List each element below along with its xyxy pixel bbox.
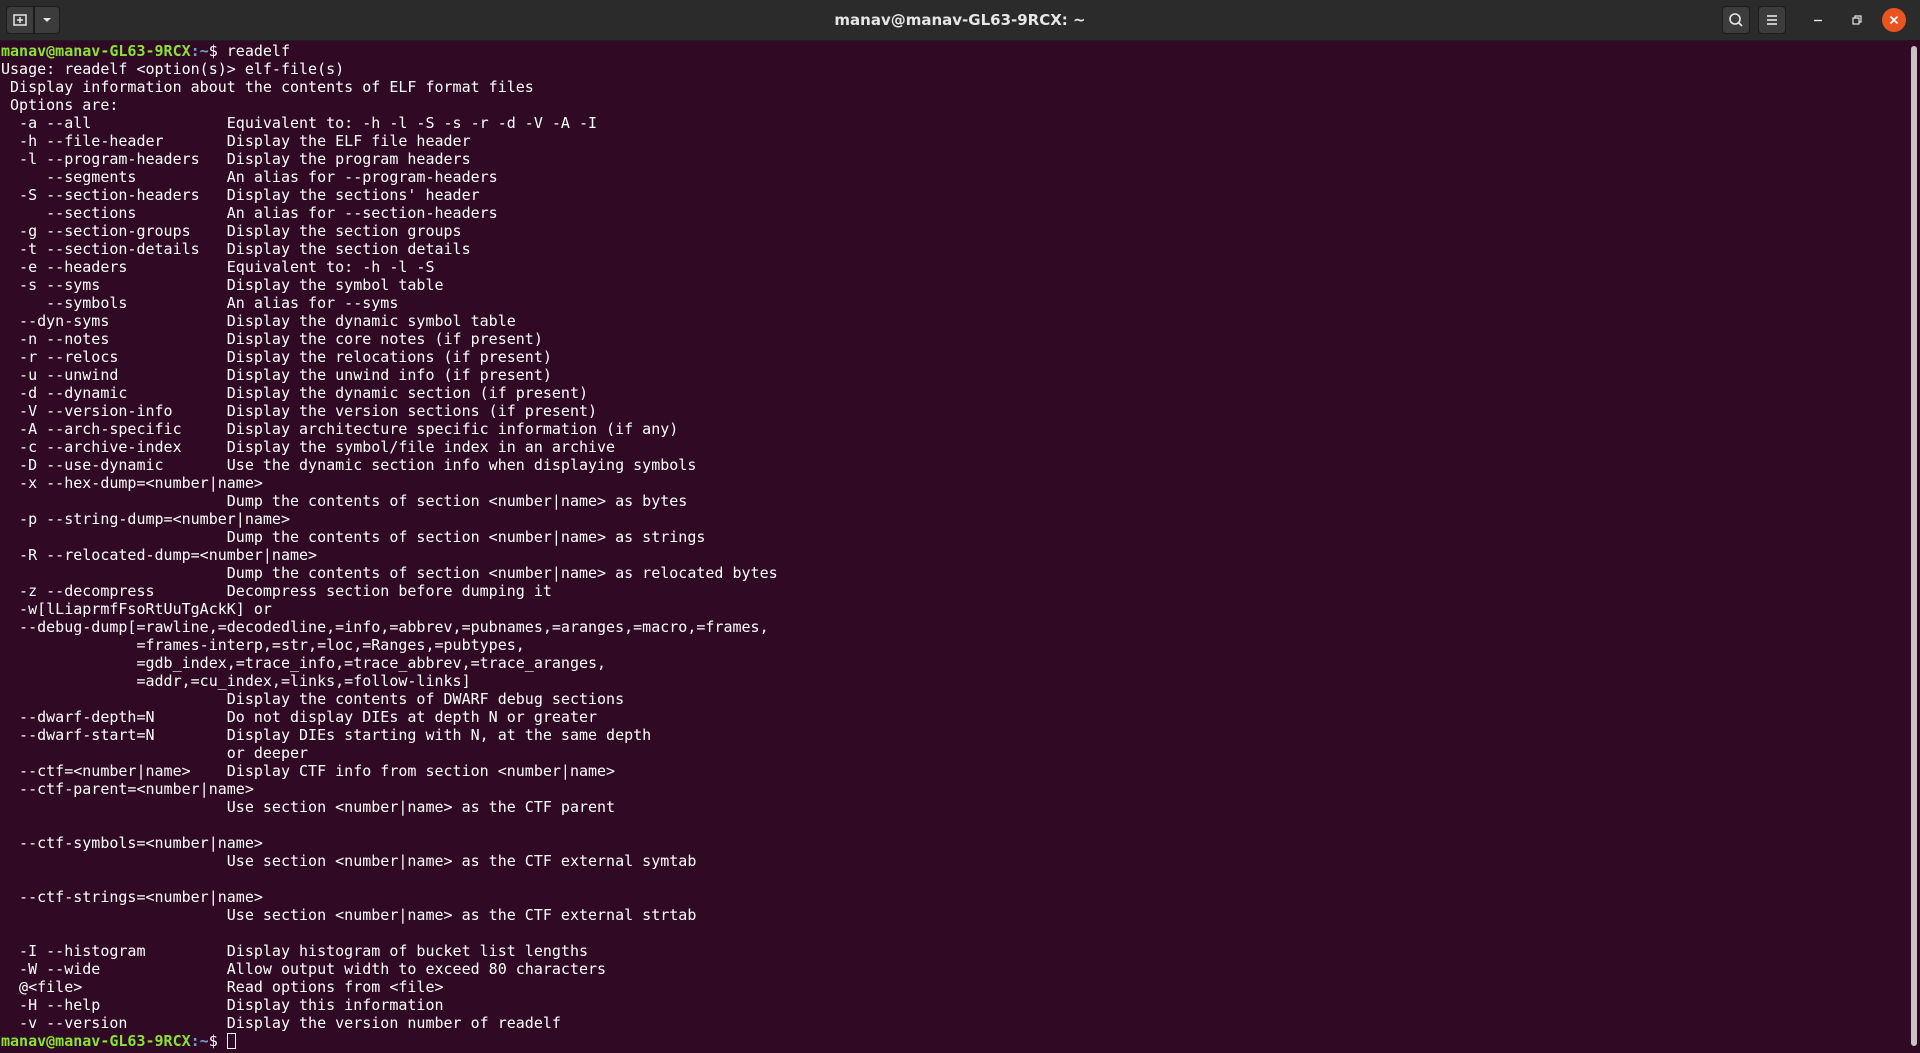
output-line: -v --version Display the version number … [1,1014,561,1032]
output-line: -t --section-details Display the section… [1,240,471,258]
output-line: -r --relocs Display the relocations (if … [1,348,552,366]
search-icon [1729,13,1743,27]
maximize-button[interactable] [1844,8,1868,32]
output-line: -a --all Equivalent to: -h -l -S -s -r -… [1,114,598,132]
output-line: -R --relocated-dump=<number|name> [1,546,318,564]
maximize-icon [1852,15,1862,25]
tab-menu-button[interactable] [34,6,60,34]
output-line: -x --hex-dump=<number|name> [1,474,263,492]
prompt-path: :~ [190,42,209,60]
output-line: Use section <number|name> as the CTF ext… [1,906,697,924]
output-line: Display the contents of DWARF debug sect… [1,690,625,708]
command-line: manav@manav-GL63-9RCX:~$ readelf [1,42,778,60]
output-line: --symbols An alias for --syms [1,294,399,312]
output-line: =frames-interp,=str,=loc,=Ranges,=pubtyp… [1,636,525,654]
prompt-line[interactable]: manav@manav-GL63-9RCX:~$ [1,1032,778,1050]
output-line: -z --decompress Decompress section befor… [1,582,552,600]
output-line: --dyn-syms Display the dynamic symbol ta… [1,312,516,330]
output-line: --ctf-parent=<number|name> [1,780,254,798]
output-line: --sections An alias for --section-header… [1,204,498,222]
scrollbar-thumb[interactable] [1911,46,1917,1046]
output-line: -S --section-headers Display the section… [1,186,480,204]
output-line: -I --histogram Display histogram of buck… [1,942,588,960]
prompt-user-host: manav@manav-GL63-9RCX [1,42,191,60]
close-icon [1889,15,1899,25]
output-line: -D --use-dynamic Use the dynamic section… [1,456,697,474]
output-line: --ctf-strings=<number|name> [1,888,263,906]
output-line: --ctf=<number|name> Display CTF info fro… [1,762,616,780]
output-line: Display information about the contents o… [1,78,534,96]
output-line: --dwarf-depth=N Do not display DIEs at d… [1,708,598,726]
output-line: -h --file-header Display the ELF file he… [1,132,471,150]
output-line: =addr,=cu_index,=links,=follow-links] [1,672,471,690]
output-line: Use section <number|name> as the CTF par… [1,798,616,816]
terminal-area[interactable]: manav@manav-GL63-9RCX:~$ readelf Usage: … [0,40,1908,1053]
output-line [1,870,778,888]
prompt-path: :~ [190,1032,209,1050]
output-line: --dwarf-start=N Display DIEs starting wi… [1,726,652,744]
new-tab-button[interactable] [6,6,34,34]
output-line: Dump the contents of section <number|nam… [1,528,706,546]
output-line: =gdb_index,=trace_info,=trace_abbrev,=tr… [1,654,607,672]
output-line: -l --program-headers Display the program… [1,150,471,168]
output-line: -p --string-dump=<number|name> [1,510,290,528]
new-tab-icon [13,14,27,26]
output-line: -A --arch-specific Display architecture … [1,420,679,438]
output-line: -H --help Display this information [1,996,444,1014]
text-cursor [226,1033,236,1049]
title-bar: manav@manav-GL63-9RCX: ~ [0,0,1920,41]
output-line: Dump the contents of section <number|nam… [1,564,778,582]
output-line: Dump the contents of section <number|nam… [1,492,688,510]
command-text: readelf [226,42,290,60]
output-line: -s --syms Display the symbol table [1,276,444,294]
output-line: Use section <number|name> as the CTF ext… [1,852,697,870]
close-button[interactable] [1882,8,1906,32]
chevron-down-icon [43,18,51,22]
output-line [1,924,778,942]
scrollbar[interactable] [1908,40,1920,1053]
menu-button[interactable] [1758,6,1786,34]
output-line: --segments An alias for --program-header… [1,168,498,186]
hamburger-icon [1767,15,1777,25]
output-line: @<file> Read options from <file> [1,978,444,996]
output-line: -w[lLiaprmfFsoRtUuTgAckK] or [1,600,272,618]
output-line: -c --archive-index Display the symbol/fi… [1,438,616,456]
minimize-button[interactable] [1806,8,1830,32]
output-line: -d --dynamic Display the dynamic section… [1,384,588,402]
window-title: manav@manav-GL63-9RCX: ~ [834,11,1086,29]
output-line: -W --wide Allow output width to exceed 8… [1,960,607,978]
output-line: -V --version-info Display the version se… [1,402,598,420]
output-line [1,816,778,834]
output-line: -g --section-groups Display the section … [1,222,462,240]
output-line: -n --notes Display the core notes (if pr… [1,330,543,348]
prompt-symbol: $ [208,42,227,60]
output-line: or deeper [1,744,309,762]
terminal-output: manav@manav-GL63-9RCX:~$ readelf Usage: … [1,42,778,1050]
prompt-user-host: manav@manav-GL63-9RCX [1,1032,191,1050]
output-line: -u --unwind Display the unwind info (if … [1,366,552,384]
prompt-symbol: $ [208,1032,227,1050]
output-line: Usage: readelf <option(s)> elf-file(s) [1,60,345,78]
minimize-icon [1814,19,1822,22]
output-line: -e --headers Equivalent to: -h -l -S [1,258,435,276]
output-line: Options are: [1,96,119,114]
output-line: --ctf-symbols=<number|name> [1,834,263,852]
output-line: --debug-dump[=rawline,=decodedline,=info… [1,618,769,636]
search-button[interactable] [1722,6,1750,34]
